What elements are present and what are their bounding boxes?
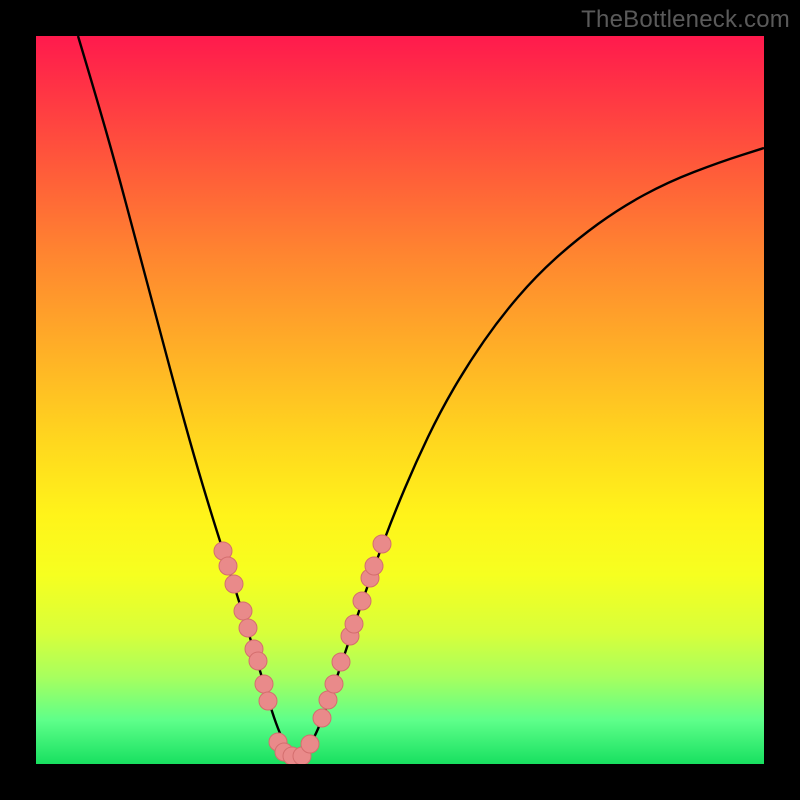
- curve-marker: [234, 602, 252, 620]
- curve-marker: [301, 735, 319, 753]
- curve-marker: [365, 557, 383, 575]
- curve-marker: [373, 535, 391, 553]
- curve-marker: [313, 709, 331, 727]
- curve-marker: [259, 692, 277, 710]
- curve-marker: [332, 653, 350, 671]
- watermark-text: TheBottleneck.com: [581, 6, 790, 34]
- chart-frame: TheBottleneck.com: [0, 0, 800, 800]
- curve-marker: [325, 675, 343, 693]
- curve-markers: [214, 535, 391, 764]
- curve-marker: [239, 619, 257, 637]
- curve-marker: [255, 675, 273, 693]
- curve-marker: [219, 557, 237, 575]
- curve-marker: [353, 592, 371, 610]
- plot-area: [36, 36, 764, 764]
- bottleneck-curve-svg: [36, 36, 764, 764]
- curve-marker: [319, 691, 337, 709]
- curve-marker: [345, 615, 363, 633]
- curve-marker: [249, 652, 267, 670]
- bottleneck-curve: [78, 36, 764, 756]
- curve-marker: [225, 575, 243, 593]
